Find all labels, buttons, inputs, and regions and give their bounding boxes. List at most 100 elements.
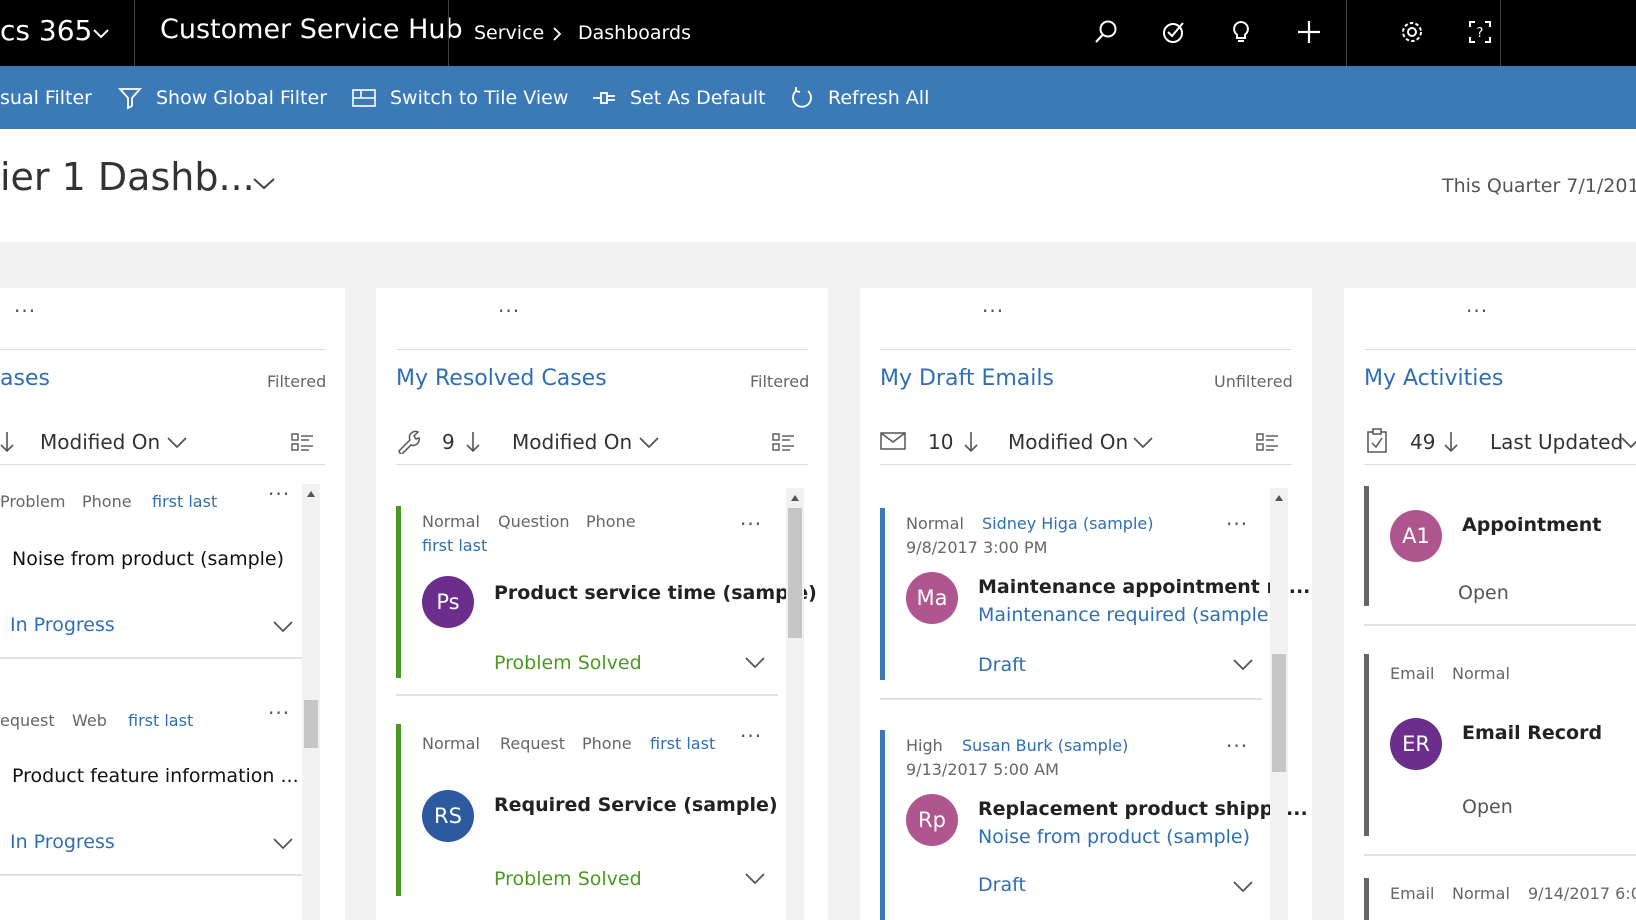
lightbulb-icon[interactable] bbox=[1223, 14, 1259, 50]
sort-descending-icon[interactable] bbox=[466, 430, 482, 454]
filter-status: Unfiltered bbox=[1214, 372, 1293, 391]
chevron-down-icon[interactable] bbox=[272, 620, 294, 634]
regarding-link[interactable]: Maintenance required (sample) bbox=[978, 604, 1276, 626]
list-item[interactable]: Normal Question Phone first last ... Ps … bbox=[396, 506, 817, 678]
activity-priority: Normal bbox=[1452, 664, 1510, 683]
chevron-down-icon[interactable] bbox=[1232, 880, 1254, 894]
more-options-icon[interactable]: ... bbox=[1226, 506, 1248, 530]
email-subject[interactable]: Maintenance appointment re... bbox=[978, 576, 1310, 598]
chevron-down-icon[interactable] bbox=[252, 177, 276, 191]
record-count: 9 bbox=[442, 430, 455, 454]
chevron-down-icon[interactable] bbox=[744, 656, 766, 670]
list-item[interactable]: Normal Request Phone first last ... RS R… bbox=[396, 718, 778, 896]
app-suite-name[interactable]: cs 365 bbox=[0, 14, 92, 47]
sort-field[interactable]: Modified On bbox=[1008, 430, 1128, 454]
list-item[interactable]: Problem Phone first last ... Noise from … bbox=[0, 476, 302, 636]
chevron-down-icon[interactable] bbox=[744, 872, 766, 886]
more-options-icon[interactable]: ... bbox=[982, 293, 1004, 317]
gear-icon[interactable] bbox=[1394, 14, 1430, 50]
more-options-icon[interactable]: ... bbox=[740, 718, 762, 742]
case-type: Problem bbox=[0, 492, 66, 511]
search-icon[interactable] bbox=[1088, 14, 1124, 50]
case-title[interactable]: Noise from product (sample) bbox=[12, 548, 284, 570]
dashboard-title[interactable]: ier 1 Dashb... bbox=[0, 155, 255, 199]
list-item[interactable]: Email Normal 9/14/2017 6:0 bbox=[1364, 878, 1636, 920]
email-priority: High bbox=[906, 736, 943, 755]
scroll-up-icon[interactable] bbox=[790, 494, 800, 502]
owner-link[interactable]: first last bbox=[650, 734, 715, 753]
activity-title[interactable]: Email Record bbox=[1462, 722, 1602, 744]
scroll-up-icon[interactable] bbox=[1274, 494, 1284, 502]
refresh-all-button[interactable]: Refresh All bbox=[790, 66, 929, 129]
chevron-down-icon[interactable] bbox=[638, 436, 660, 450]
help-icon[interactable]: ? bbox=[1462, 14, 1498, 50]
list-item[interactable]: Normal Sidney Higa (sample) 9/8/2017 3:0… bbox=[880, 506, 1310, 680]
sort-field[interactable]: Last Updated bbox=[1490, 430, 1623, 454]
chevron-down-icon[interactable] bbox=[1132, 436, 1154, 450]
switch-to-tile-view-button[interactable]: Switch to Tile View bbox=[352, 66, 568, 129]
scroll-thumb[interactable] bbox=[304, 700, 318, 748]
scrollbar[interactable] bbox=[1270, 488, 1288, 920]
case-origin: Phone bbox=[582, 734, 632, 753]
email-priority: Normal bbox=[906, 514, 964, 533]
view-list-icon[interactable] bbox=[1256, 432, 1280, 452]
scroll-thumb[interactable] bbox=[788, 508, 802, 638]
chevron-down-icon[interactable] bbox=[272, 837, 294, 851]
scrollbar[interactable] bbox=[302, 484, 320, 920]
more-options-icon[interactable]: ... bbox=[498, 293, 520, 317]
more-options-icon[interactable]: ... bbox=[268, 476, 290, 500]
activity-title[interactable]: Appointment bbox=[1462, 514, 1601, 536]
visual-filter-label: sual Filter bbox=[0, 86, 92, 109]
owner-link[interactable]: first last bbox=[128, 711, 193, 730]
sender-link[interactable]: Susan Burk (sample) bbox=[962, 736, 1128, 755]
chevron-down-icon[interactable] bbox=[166, 436, 188, 450]
case-type: equest bbox=[0, 711, 55, 730]
chevron-down-icon[interactable] bbox=[92, 28, 110, 40]
breadcrumb-page[interactable]: Dashboards bbox=[578, 22, 691, 44]
sort-descending-icon[interactable] bbox=[0, 430, 16, 454]
sort-field[interactable]: Modified On bbox=[40, 430, 160, 454]
sort-descending-icon[interactable] bbox=[1444, 430, 1460, 454]
card-title: My Activities bbox=[1364, 366, 1504, 391]
activity-type: Email bbox=[1390, 664, 1435, 683]
owner-link[interactable]: first last bbox=[152, 492, 217, 511]
list-item[interactable]: High Susan Burk (sample) 9/13/2017 5:00 … bbox=[880, 728, 1308, 920]
case-title[interactable]: Product feature information ... bbox=[12, 765, 299, 787]
view-list-icon[interactable] bbox=[772, 432, 796, 452]
sort-descending-icon[interactable] bbox=[964, 430, 980, 454]
dashboard-header: ier 1 Dashb... This Quarter 7/1/201 bbox=[0, 129, 1636, 242]
more-options-icon[interactable]: ... bbox=[268, 695, 290, 719]
view-list-icon[interactable] bbox=[291, 432, 315, 452]
scroll-thumb[interactable] bbox=[1272, 654, 1286, 772]
task-check-icon[interactable] bbox=[1156, 14, 1192, 50]
more-options-icon[interactable]: ... bbox=[1226, 728, 1248, 752]
regarding-link[interactable]: Noise from product (sample) bbox=[978, 826, 1250, 848]
case-title[interactable]: Product service time (sample) bbox=[494, 582, 817, 604]
email-subject[interactable]: Replacement product shippe... bbox=[978, 798, 1308, 820]
scrollbar[interactable] bbox=[786, 488, 804, 920]
more-options-icon[interactable]: ... bbox=[1466, 293, 1488, 317]
more-options-icon[interactable]: ... bbox=[740, 506, 762, 530]
timeframe-label[interactable]: This Quarter 7/1/201 bbox=[1442, 175, 1636, 197]
scroll-up-icon[interactable] bbox=[306, 490, 316, 498]
case-status: Problem Solved bbox=[494, 652, 642, 674]
owner-link[interactable]: first last bbox=[422, 536, 487, 555]
list-item[interactable]: equest Web first last ... Product featur… bbox=[0, 695, 302, 853]
chevron-down-icon[interactable] bbox=[1620, 436, 1636, 450]
chevron-down-icon[interactable] bbox=[1232, 658, 1254, 672]
sort-field[interactable]: Modified On bbox=[512, 430, 632, 454]
tile-view-icon bbox=[352, 88, 376, 107]
list-item[interactable]: Email Normal ER Email Record Open bbox=[1364, 654, 1636, 836]
case-origin: Phone bbox=[586, 512, 636, 531]
breadcrumb-area[interactable]: Service bbox=[474, 22, 544, 44]
show-global-filter-button[interactable]: Show Global Filter bbox=[118, 66, 327, 129]
visual-filter-button[interactable]: sual Filter bbox=[0, 66, 92, 129]
set-as-default-button[interactable]: Set As Default bbox=[592, 66, 766, 129]
sender-link[interactable]: Sidney Higa (sample) bbox=[982, 514, 1153, 533]
plus-icon[interactable] bbox=[1291, 14, 1327, 50]
more-options-icon[interactable]: ... bbox=[14, 293, 36, 317]
app-name[interactable]: Customer Service Hub bbox=[160, 14, 463, 45]
list-item[interactable]: A1 Appointment Open bbox=[1364, 486, 1636, 606]
card-title: ases bbox=[0, 366, 50, 391]
case-title[interactable]: Required Service (sample) bbox=[494, 794, 778, 816]
